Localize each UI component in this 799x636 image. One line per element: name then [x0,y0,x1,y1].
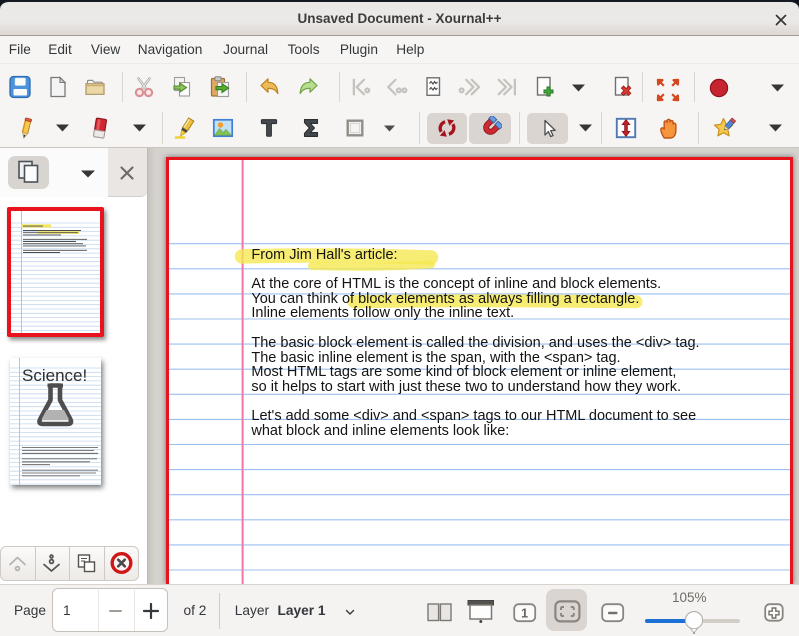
svg-text:1: 1 [521,606,528,620]
svg-text:Science!: Science! [22,366,87,385]
